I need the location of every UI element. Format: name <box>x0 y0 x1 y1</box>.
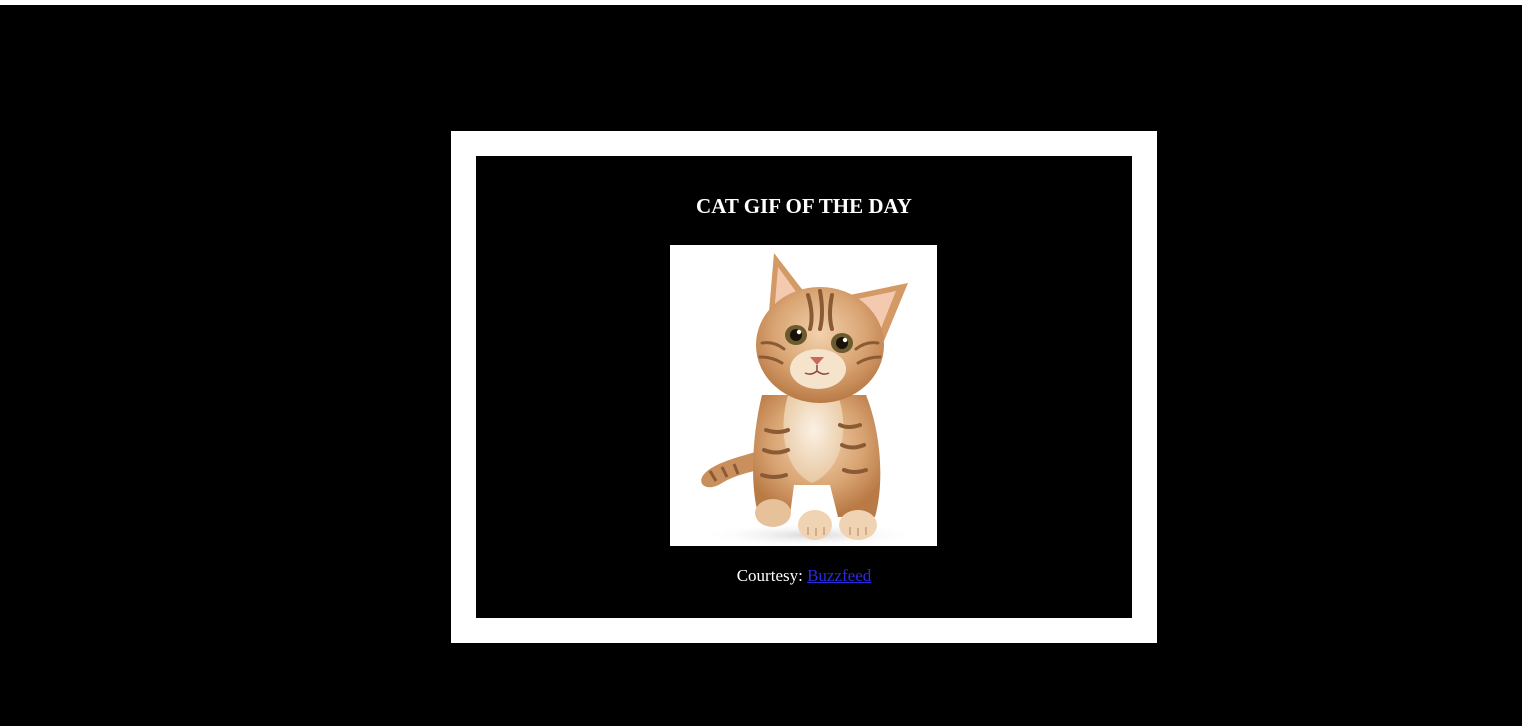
browser-top-strip <box>0 0 1522 5</box>
white-frame: CAT GIF OF THE DAY Courtesy: Buzzfeed <box>451 131 1157 643</box>
credit-label: Courtesy: <box>736 566 808 585</box>
credit-line: Courtesy: Buzzfeed <box>476 565 1132 587</box>
page-title: CAT GIF OF THE DAY <box>696 194 912 218</box>
cat-image <box>670 245 937 546</box>
kitten-photo-icon <box>700 253 920 546</box>
buzzfeed-link[interactable]: Buzzfeed <box>807 566 871 585</box>
cat-card: CAT GIF OF THE DAY Courtesy: Buzzfeed <box>476 156 1132 618</box>
